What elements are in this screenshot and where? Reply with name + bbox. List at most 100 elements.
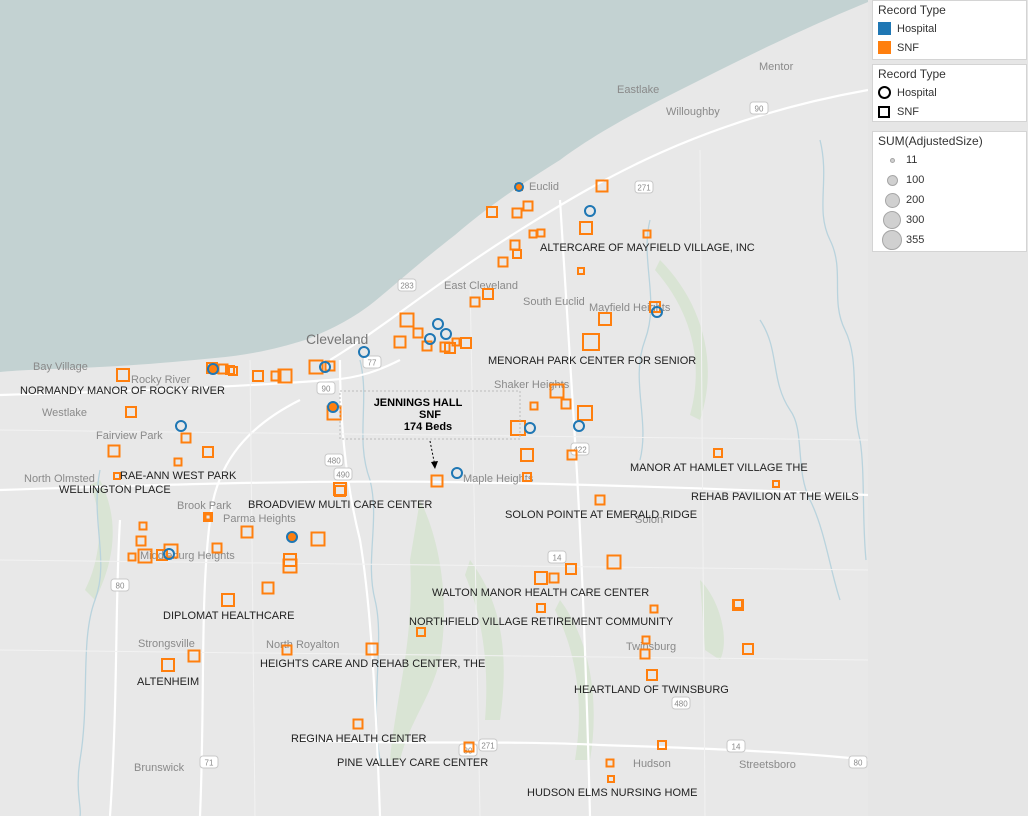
svg-text:480: 480: [674, 700, 688, 709]
place-label: Twinsburg: [626, 641, 676, 653]
svg-text:14: 14: [732, 743, 741, 752]
place-label: South Euclid: [523, 296, 585, 308]
highway-shield-icon: 80: [110, 578, 130, 592]
size-circle-icon: [883, 211, 901, 229]
size-legend-item: 100: [873, 170, 1026, 190]
size-legend-title: SUM(AdjustedSize): [878, 134, 983, 148]
size-legend-item: 200: [873, 190, 1026, 210]
snf-color-swatch: [878, 41, 891, 54]
size-legend-item: 355: [873, 230, 1026, 250]
square-icon: [878, 105, 890, 118]
size-circle-icon: [884, 192, 900, 208]
place-label: Brunswick: [134, 762, 185, 774]
highway-shield-icon: 90: [749, 101, 769, 115]
tooltip-beds: 174 Beds: [404, 421, 452, 433]
size-legend: SUM(AdjustedSize) 11 100 200 300 355: [872, 131, 1027, 252]
size-label: 300: [906, 214, 925, 226]
highway-shield-icon: 90: [316, 381, 336, 395]
svg-text:90: 90: [755, 105, 764, 114]
facility-label: ALTENHEIM: [137, 676, 199, 688]
legend-pane: Record Type Hospital SNF Record Type Hos…: [868, 0, 1028, 816]
svg-text:80: 80: [116, 582, 125, 591]
highway-shield-icon: 271: [478, 738, 498, 752]
place-label: Fairview Park: [96, 430, 163, 442]
size-circle-icon: [889, 157, 895, 163]
highway-shield-icon: 422: [570, 442, 590, 456]
hospital-marker[interactable]: [286, 531, 298, 543]
highway-shield-icon: 14: [726, 739, 746, 753]
tooltip-type: SNF: [419, 409, 441, 421]
place-label: Euclid: [529, 181, 559, 193]
place-label: East Cleveland: [444, 280, 518, 292]
size-circle-icon: [886, 174, 898, 186]
svg-text:80: 80: [854, 759, 863, 768]
hospital-marker[interactable]: [514, 182, 524, 192]
size-legend-item: 11: [873, 150, 1026, 170]
svg-text:480: 480: [327, 457, 341, 466]
place-label: Hudson: [633, 758, 671, 770]
svg-text:271: 271: [637, 184, 651, 193]
svg-text:90: 90: [322, 385, 331, 394]
color-legend-title: Record Type: [878, 3, 946, 17]
highway-shield-icon: 480: [671, 696, 691, 710]
facility-label: DIPLOMAT HEALTHCARE: [163, 610, 294, 622]
hospital-color-swatch: [878, 22, 891, 35]
shape-legend: Record Type Hospital SNF: [872, 64, 1027, 122]
size-legend-item: 300: [873, 210, 1026, 230]
facility-label: NORTHFIELD VILLAGE RETIREMENT COMMUNITY: [409, 616, 674, 628]
legend-item-snf[interactable]: SNF: [873, 38, 1026, 57]
facility-label: PINE VALLEY CARE CENTER: [337, 757, 488, 769]
place-label: Bay Village: [33, 361, 88, 373]
legend-item-snf-shape[interactable]: SNF: [873, 102, 1026, 121]
svg-text:271: 271: [481, 742, 495, 751]
highway-shield-icon: 71: [199, 755, 219, 769]
facility-label: MENORAH PARK CENTER FOR SENIOR: [488, 355, 696, 367]
size-label: 11: [906, 154, 918, 166]
place-label: Brook Park: [177, 500, 232, 512]
place-label: Westlake: [42, 407, 87, 419]
highway-shield-icon: 271: [634, 180, 654, 194]
facility-label: SOLON POINTE AT EMERALD RIDGE: [505, 509, 697, 521]
place-label: Willoughby: [666, 106, 720, 118]
facility-label: BROADVIEW MULTI CARE CENTER: [248, 499, 432, 511]
place-label: Eastlake: [617, 84, 659, 96]
shape-legend-title: Record Type: [878, 67, 946, 81]
legend-item-label: SNF: [897, 105, 919, 118]
svg-text:71: 71: [205, 759, 214, 768]
highway-shield-icon: 14: [547, 550, 567, 564]
place-label: Mentor: [759, 61, 794, 73]
legend-item-label: Hospital: [897, 86, 937, 99]
place-label: Strongsville: [138, 638, 195, 650]
facility-label: HEIGHTS CARE AND REHAB CENTER, THE: [260, 658, 485, 670]
legend-item-label: SNF: [897, 41, 919, 54]
svg-text:77: 77: [368, 359, 377, 368]
hospital-marker[interactable]: [207, 363, 219, 375]
legend-item-label: Hospital: [897, 22, 937, 35]
tooltip-name: JENNINGS HALL: [374, 397, 463, 409]
legend-item-hospital-shape[interactable]: Hospital: [873, 83, 1026, 102]
facility-label: WELLINGTON PLACE: [59, 484, 171, 496]
facility-label: RAE-ANN WEST PARK: [120, 470, 237, 482]
circle-icon: [878, 86, 891, 99]
place-label: Streetsboro: [739, 759, 796, 771]
facility-label: MANOR AT HAMLET VILLAGE THE: [630, 462, 808, 474]
legend-item-hospital[interactable]: Hospital: [873, 19, 1026, 38]
size-label: 355: [906, 234, 925, 246]
facility-label: HEARTLAND OF TWINSBURG: [574, 684, 729, 696]
facility-label: ALTERCARE OF MAYFIELD VILLAGE, INC: [540, 242, 755, 254]
map[interactable]: Mentor Eastlake Willoughby Euclid East C…: [0, 0, 868, 816]
highway-shield-icon: 480: [324, 453, 344, 467]
facility-label: REHAB PAVILION AT THE WEILS: [691, 491, 859, 503]
place-label: Parma Heights: [223, 513, 296, 525]
highway-shield-icon: 77: [362, 355, 382, 369]
facility-label: REGINA HEALTH CENTER: [291, 733, 427, 745]
highway-shield-icon: 80: [848, 755, 868, 769]
color-legend: Record Type Hospital SNF: [872, 0, 1027, 60]
place-label: North Royalton: [266, 639, 339, 651]
size-label: 100: [906, 174, 925, 186]
highway-shield-icon: 283: [397, 278, 417, 292]
facility-label: NORMANDY MANOR OF ROCKY RIVER: [20, 385, 225, 397]
svg-text:490: 490: [336, 471, 350, 480]
hospital-marker[interactable]: [327, 401, 339, 413]
facility-label: HUDSON ELMS NURSING HOME: [527, 787, 698, 799]
